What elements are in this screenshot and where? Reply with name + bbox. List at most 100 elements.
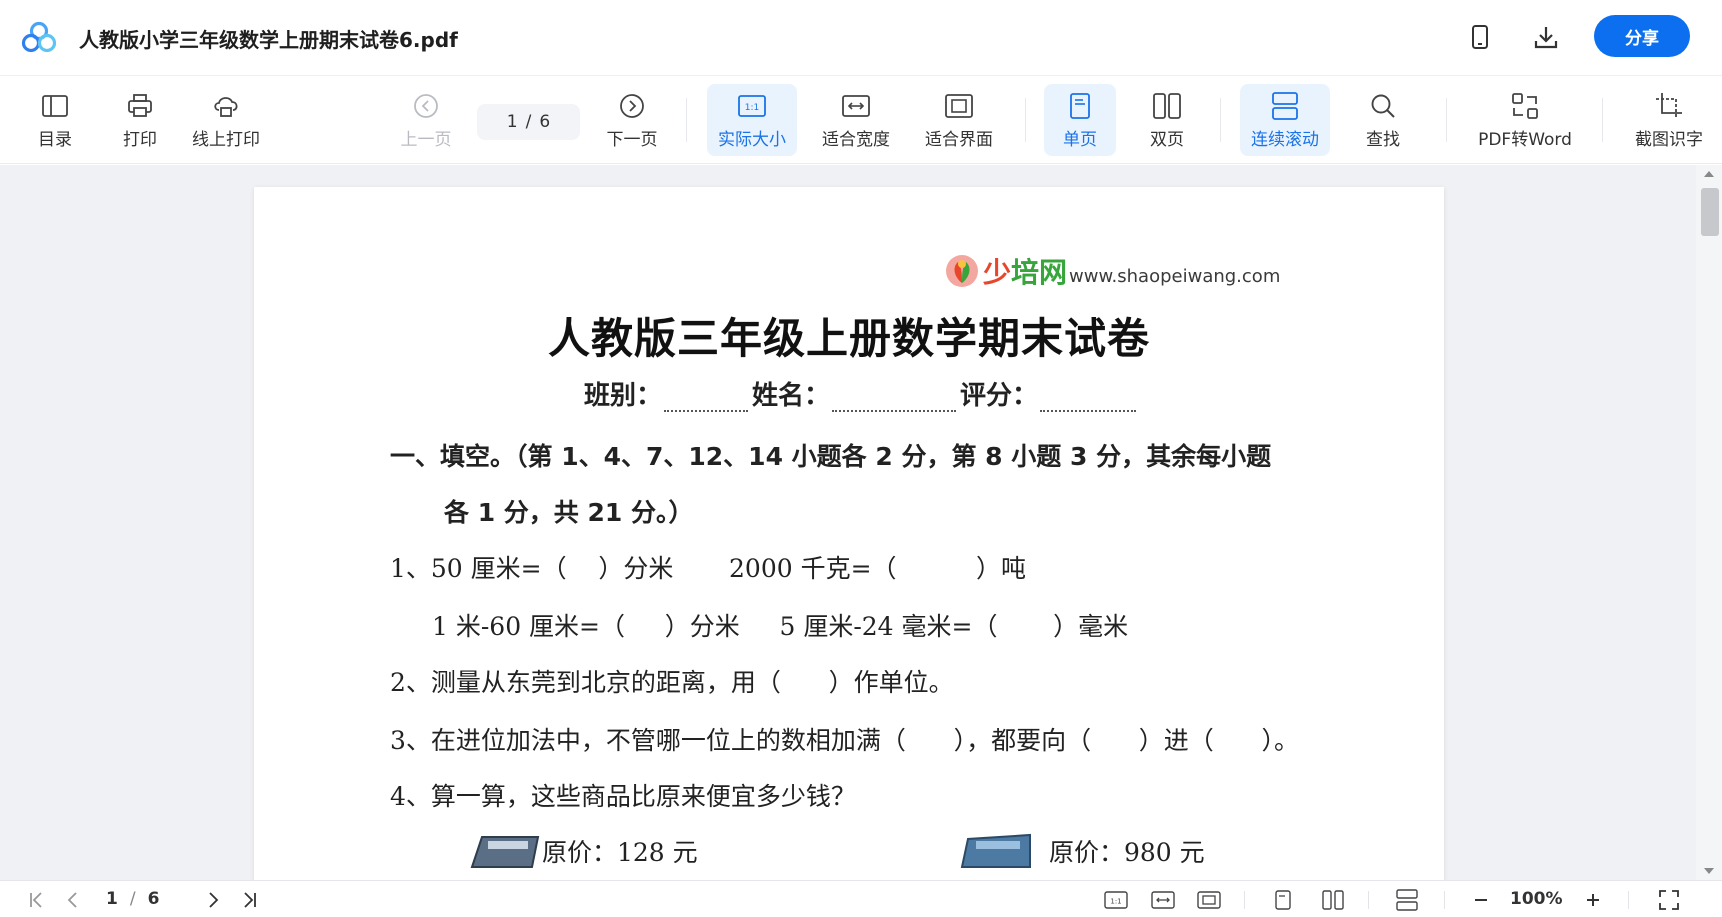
svg-text:1:1: 1:1 [1110,898,1121,906]
zoom-out-icon[interactable] [1470,889,1492,911]
convert-icon [1510,91,1540,121]
fit-width-small-icon[interactable] [1150,889,1176,911]
price-2: 原价：980 元 [1049,838,1205,867]
question-3: 3、在进位加法中，不管哪一位上的数相加满（ ），都要向（ ）进（ ）。 [390,726,1299,755]
app-logo-icon [21,21,57,53]
next-page-icon[interactable] [202,889,224,911]
student-info-line: 班别： 姓名： 评分： [584,375,1140,412]
prev-page-button[interactable]: 上一页 [395,84,457,156]
page-separator: / [525,112,532,132]
total-pages: 6 [539,112,551,132]
fullscreen-icon[interactable] [1656,889,1682,911]
fit-page-label: 适合界面 [925,129,993,150]
print-label: 打印 [123,129,157,150]
zoom-in-icon[interactable] [1582,889,1604,911]
name-blank [832,386,957,412]
brand-name-a: 少 [983,256,1012,289]
brand-name-b: 培网 [1011,256,1068,289]
next-page-button[interactable]: 下一页 [601,84,663,156]
online-print-button[interactable]: 线上打印 [188,84,264,156]
screenshot-ocr-button[interactable]: 截图识字 [1628,84,1710,156]
vertical-scrollbar[interactable] [1696,165,1722,880]
actual-size-small-icon[interactable]: 1:1 [1103,889,1129,911]
continuous-scroll-button[interactable]: 连续滚动 [1240,84,1330,156]
toolbar-divider [1220,98,1221,142]
appliance-image-icon [960,833,1031,868]
svg-text:1:1: 1:1 [745,103,759,113]
class-label: 班别： [584,381,663,411]
fit-width-icon [841,91,871,121]
scroll-down-arrow-icon[interactable] [1704,868,1714,874]
scroll-thumb[interactable] [1701,188,1719,236]
document-title: 人教版小学三年级数学上册期末试卷6.pdf [79,28,458,52]
single-page-icon [1065,91,1095,121]
single-page-small-icon[interactable] [1272,889,1294,911]
section-heading: 一、填空。（第 1、4、7、12、14 小题各 2 分，第 8 小题 3 分，其… [390,442,1272,471]
status-total-pages: 6 [147,889,160,909]
online-print-label: 线上打印 [192,129,260,150]
print-button[interactable]: 打印 [115,84,165,156]
single-page-button[interactable]: 单页 [1044,84,1116,156]
status-page-indicator: 1 / 6 [106,889,159,909]
document-viewer[interactable]: 少培网 www.shaopeiwang.com 人教版三年级上册数学期末试卷 班… [0,165,1722,880]
phone-view-icon[interactable] [1465,22,1495,52]
fit-page-icon [944,91,974,121]
calculator-image-icon [470,836,540,868]
double-page-small-icon[interactable] [1320,889,1346,911]
pdf-to-word-label: PDF转Word [1478,129,1572,150]
search-icon [1368,91,1398,121]
double-page-icon [1152,91,1182,121]
fit-width-label: 适合宽度 [822,129,890,150]
status-current-page: 1 [106,889,118,909]
zoom-level[interactable]: 100% [1510,889,1563,909]
crop-icon [1654,91,1684,121]
pdf-to-word-button[interactable]: PDF转Word [1470,84,1580,156]
brand-watermark: 少培网 www.shaopeiwang.com [944,253,1280,289]
scroll-up-arrow-icon[interactable] [1704,171,1714,177]
class-blank [664,386,749,412]
brand-logo-icon [946,255,978,287]
double-page-label: 双页 [1150,129,1184,150]
toolbar-divider [1025,98,1026,142]
question-1b: 1 米-60 厘米=（ ）分米 5 厘米-24 毫米=（ ）毫米 [432,612,1129,641]
toolbar-divider [1446,98,1447,142]
find-label: 查找 [1366,129,1400,150]
toolbar-divider [1602,98,1603,142]
next-page-label: 下一页 [606,129,658,150]
actual-size-button[interactable]: 1:1 实际大小 [707,84,797,156]
continuous-scroll-small-icon[interactable] [1394,889,1420,911]
toc-label: 目录 [38,129,72,150]
status-bar: 1 / 6 1:1 100% [0,880,1722,917]
first-page-icon[interactable] [26,889,48,911]
status-divider [1628,891,1629,909]
last-page-icon[interactable] [238,889,260,911]
sidebar-icon [40,91,70,121]
double-page-button[interactable]: 双页 [1132,84,1202,156]
prev-page-label: 上一页 [400,129,452,150]
page-number-input[interactable]: 1 / 6 [477,104,580,140]
next-circle-icon [617,91,647,121]
printer-icon [125,91,155,121]
fit-width-button[interactable]: 适合宽度 [816,84,896,156]
fit-page-small-icon[interactable] [1196,889,1222,911]
actual-size-icon: 1:1 [737,91,767,121]
exam-title: 人教版三年级上册数学期末试卷 [547,314,1150,363]
actual-size-label: 实际大小 [718,129,786,150]
status-divider [1444,891,1445,909]
prev-page-icon[interactable] [62,889,84,911]
brand-url: www.shaopeiwang.com [1069,266,1281,287]
toolbar: 目录 打印 线上打印 上一页 1 / 6 下一页 1:1 实际大小 适合宽度 适… [0,76,1722,164]
title-bar: 人教版小学三年级数学上册期末试卷6.pdf 分享 [0,0,1722,76]
toolbar-divider [686,98,687,142]
question-2: 2、测量从东莞到北京的距离，用（ ）作单位。 [390,668,954,697]
continuous-scroll-label: 连续滚动 [1251,129,1319,150]
price-1: 原价：128 元 [542,838,698,867]
find-button[interactable]: 查找 [1355,84,1411,156]
share-button[interactable]: 分享 [1594,15,1690,57]
download-icon[interactable] [1531,22,1561,52]
status-divider [1244,891,1245,909]
single-page-label: 单页 [1063,129,1097,150]
fit-page-button[interactable]: 适合界面 [918,84,1000,156]
name-label: 姓名： [752,381,831,411]
toc-button[interactable]: 目录 [30,84,80,156]
